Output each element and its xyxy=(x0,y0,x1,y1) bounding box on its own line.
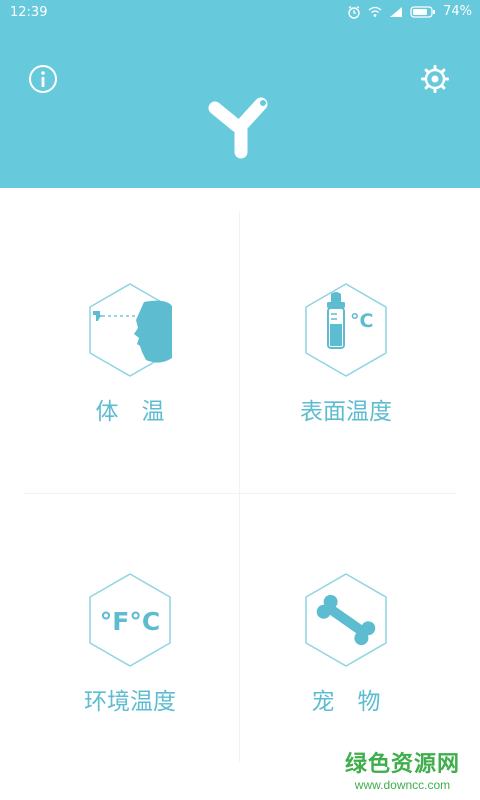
status-time: 12:39 xyxy=(10,5,48,20)
menu-surface-temperature[interactable]: °C 表面温度 xyxy=(246,280,446,500)
alarm-icon xyxy=(348,5,360,19)
menu-label: 表面温度 xyxy=(300,399,392,425)
watermark-url: www.downcc.com xyxy=(354,778,451,792)
battery-percent: 74% xyxy=(443,4,472,19)
app-header: 12:39 74% xyxy=(0,0,480,188)
signal-icon xyxy=(390,6,403,17)
celsius-text: °C xyxy=(350,310,373,332)
info-button[interactable] xyxy=(26,62,60,96)
menu-label: 环境温度 xyxy=(84,689,176,715)
watermark-title: 绿色资源网 xyxy=(344,752,460,777)
forehead-thermometer-icon xyxy=(89,283,172,377)
watermark: 绿色资源网 www.downcc.com xyxy=(345,746,460,792)
status-icons: 74% xyxy=(347,4,472,19)
fahrenheit-celsius-icon: °F°C xyxy=(89,573,171,667)
settings-button[interactable] xyxy=(418,62,452,96)
menu-label: 宠 物 xyxy=(311,689,381,715)
bone-icon xyxy=(305,573,387,667)
vertical-divider xyxy=(239,212,240,762)
menu-label: 体 温 xyxy=(95,399,165,425)
fahrenheit-celsius-text: °F°C xyxy=(100,607,160,636)
info-icon xyxy=(29,65,57,93)
battery-icon xyxy=(410,5,436,18)
bottle-temperature-icon: °C xyxy=(305,283,387,377)
menu-body-temperature[interactable]: 体 温 xyxy=(30,280,230,500)
menu-ambient-temperature[interactable]: °F°C 环境温度 xyxy=(30,570,230,790)
y-logo xyxy=(208,97,268,159)
status-bar: 12:39 74% xyxy=(0,0,480,26)
main-menu: 体 温 °C 表面温度 °F°C 环境温度 宠 物 绿色资源网 www.down… xyxy=(0,188,480,800)
gear-icon xyxy=(421,65,449,93)
wifi-icon xyxy=(368,6,382,17)
